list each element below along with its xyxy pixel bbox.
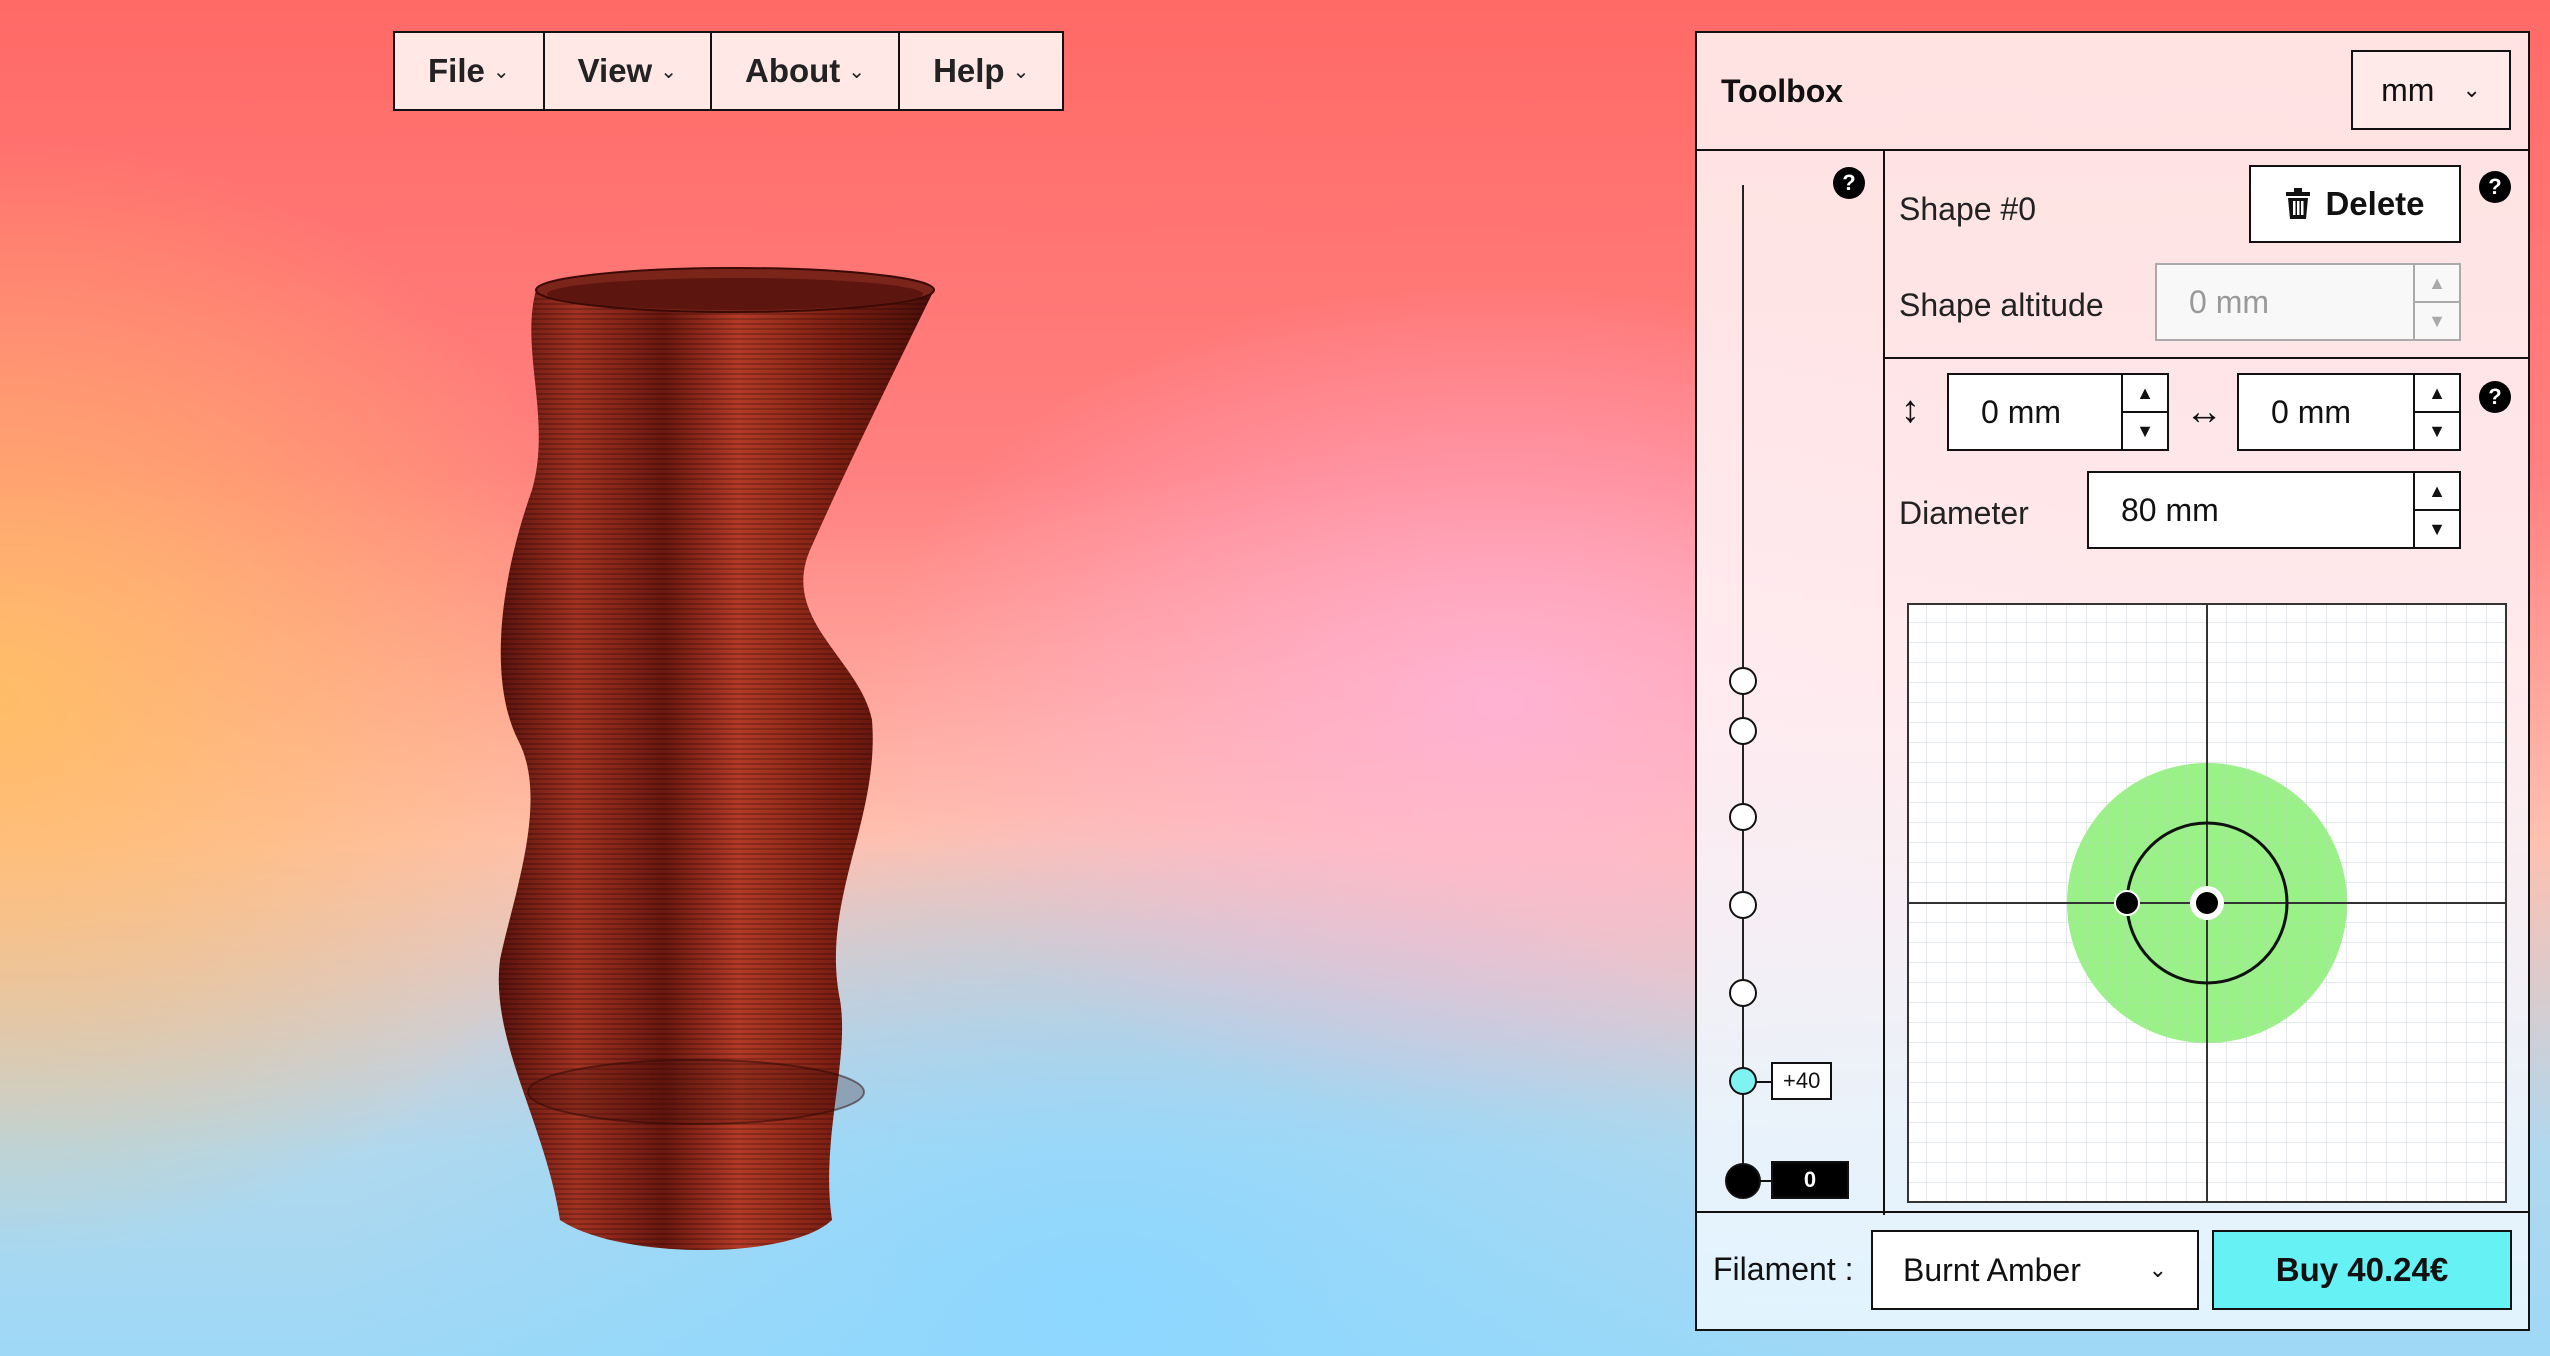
- altitude-stepper[interactable]: ▲ ▼: [2413, 265, 2459, 339]
- chevron-down-icon: ⌄: [660, 60, 677, 83]
- shape-editor: Shape #0 Delete ? Shape altitude 0 mm ▲ …: [1883, 149, 2528, 1215]
- slider-knob[interactable]: [1729, 667, 1757, 695]
- offset-vertical-value: 0 mm: [1981, 393, 2061, 430]
- altitude-label: Shape altitude: [1899, 287, 2104, 323]
- diameter-label: Diameter: [1899, 495, 2029, 531]
- slider-knob[interactable]: [1729, 979, 1757, 1007]
- chevron-down-icon: ⌄: [848, 60, 866, 83]
- menu-file-label: File: [428, 52, 485, 89]
- layer-slider: ? +40 0: [1697, 149, 1885, 1215]
- offset-vertical-stepper[interactable]: ▲ ▼: [2121, 375, 2167, 449]
- vase-base: [527, 1059, 865, 1125]
- offset-vertical-input[interactable]: 0 mm ▲ ▼: [1947, 373, 2169, 451]
- triangle-up-icon[interactable]: ▲: [2123, 375, 2167, 413]
- help-icon[interactable]: ?: [1833, 167, 1865, 199]
- shape-section: Shape #0 Delete ? Shape altitude 0 mm ▲ …: [1883, 149, 2528, 359]
- toolbox-panel: Toolbox mm ⌄ ? +40 0 Shape #0 Delete ? S…: [1695, 31, 2530, 1331]
- horizontal-arrows-icon: ↔: [2185, 391, 2223, 433]
- triangle-up-icon[interactable]: ▲: [2415, 265, 2459, 303]
- slider-knob[interactable]: [1729, 803, 1757, 831]
- triangle-up-icon[interactable]: ▲: [2415, 375, 2459, 413]
- unit-select[interactable]: mm ⌄: [2351, 50, 2511, 130]
- tick-connector: [1759, 1180, 1771, 1182]
- shape-grid-editor[interactable]: [1907, 603, 2507, 1203]
- slider-knob[interactable]: [1729, 717, 1757, 745]
- delete-button[interactable]: Delete: [2249, 165, 2461, 243]
- triangle-down-icon[interactable]: ▼: [2123, 413, 2167, 449]
- help-icon[interactable]: ?: [2479, 171, 2511, 203]
- slider-knob-active[interactable]: [1729, 1067, 1757, 1095]
- trash-icon: [2286, 188, 2311, 219]
- chevron-down-icon: ⌄: [2148, 1257, 2167, 1282]
- triangle-down-icon[interactable]: ▼: [2415, 413, 2459, 449]
- chevron-down-icon: ⌄: [1012, 60, 1030, 83]
- altitude-value: 0 mm: [2189, 283, 2269, 320]
- menu-about-label: About: [745, 52, 841, 89]
- menu-bar: File ⌄ View ⌄ About ⌄ Help ⌄: [393, 31, 1065, 111]
- slider-knob-base[interactable]: [1725, 1163, 1761, 1199]
- menu-about[interactable]: About ⌄: [712, 33, 901, 109]
- help-icon[interactable]: ?: [2479, 381, 2511, 413]
- slider-knob[interactable]: [1729, 891, 1757, 919]
- unit-value: mm: [2381, 71, 2435, 108]
- triangle-up-icon[interactable]: ▲: [2415, 473, 2459, 511]
- radius-handle: [2114, 890, 2140, 916]
- menu-view-label: View: [577, 52, 653, 89]
- slider-base-label: 0: [1771, 1161, 1849, 1199]
- vertical-arrows-icon: ↕: [1901, 389, 1920, 431]
- vase-3d-preview[interactable]: [460, 260, 1020, 1260]
- chevron-down-icon: ⌄: [2462, 77, 2481, 102]
- filament-value: Burnt Amber: [1903, 1251, 2081, 1288]
- diameter-input[interactable]: 80 mm ▲ ▼: [2087, 471, 2461, 549]
- offset-horizontal-input[interactable]: 0 mm ▲ ▼: [2237, 373, 2461, 451]
- offset-horizontal-stepper[interactable]: ▲ ▼: [2413, 375, 2459, 449]
- filament-select[interactable]: Burnt Amber ⌄: [1871, 1230, 2199, 1310]
- diameter-stepper[interactable]: ▲ ▼: [2413, 473, 2459, 547]
- menu-view[interactable]: View ⌄: [545, 33, 712, 109]
- triangle-down-icon[interactable]: ▼: [2415, 511, 2459, 547]
- toolbox-footer: Filament : Burnt Amber ⌄ Buy 40.24€: [1697, 1211, 2528, 1329]
- triangle-down-icon[interactable]: ▼: [2415, 303, 2459, 339]
- slider-active-label: +40: [1771, 1062, 1833, 1100]
- tick-connector: [1755, 1081, 1771, 1083]
- altitude-input[interactable]: 0 mm ▲ ▼: [2155, 263, 2461, 341]
- toolbox-header: Toolbox mm ⌄: [1697, 33, 2528, 151]
- menu-help[interactable]: Help ⌄: [900, 33, 1062, 109]
- diameter-value: 80 mm: [2121, 491, 2219, 528]
- filament-label: Filament :: [1713, 1251, 1854, 1287]
- toolbox-title: Toolbox: [1721, 73, 1844, 109]
- buy-button[interactable]: Buy 40.24€: [2212, 1230, 2512, 1310]
- shape-label: Shape #0: [1899, 191, 2037, 227]
- menu-help-label: Help: [933, 52, 1005, 89]
- delete-label: Delete: [2325, 185, 2425, 222]
- shape-grid-canvas[interactable]: [1909, 605, 2505, 1201]
- offset-horizontal-value: 0 mm: [2271, 393, 2351, 430]
- chevron-down-icon: ⌄: [492, 60, 510, 83]
- menu-file[interactable]: File ⌄: [395, 33, 545, 109]
- toolbox-body: ? +40 0 Shape #0 Delete ? Shape altitude…: [1697, 149, 2528, 1215]
